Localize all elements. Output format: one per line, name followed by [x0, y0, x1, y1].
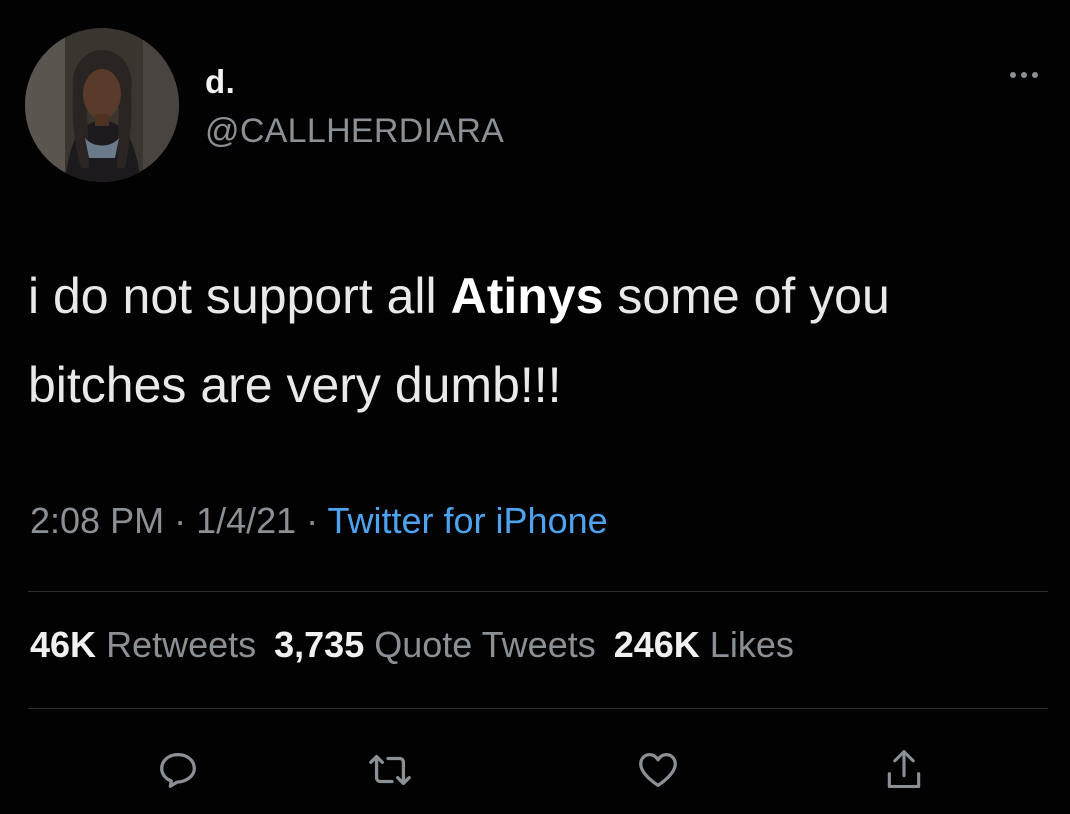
meta-separator: ·	[164, 500, 197, 541]
like-button[interactable]	[630, 742, 686, 798]
more-dot	[1010, 72, 1016, 78]
quote-tweets-count: 3,735	[274, 624, 365, 665]
quote-tweets-label: Quote Tweets	[374, 624, 596, 665]
divider	[28, 591, 1048, 592]
more-dot	[1032, 72, 1038, 78]
heart-icon	[639, 753, 677, 787]
tweet-meta: 2:08 PM · 1/4/21 · Twitter for iPhone	[30, 500, 608, 542]
tweet-text: i do not support all Atinys some of you bi…	[28, 252, 1038, 430]
tweet-card: d. @CALLHERDIARA i do not support all Ati…	[0, 0, 1070, 814]
quote-tweets-stat[interactable]: 3,735 Quote Tweets	[274, 624, 596, 665]
retweet-icon	[369, 754, 411, 786]
share-button[interactable]	[876, 742, 932, 798]
tweet-emphasis-word: Atinys	[450, 268, 604, 324]
likes-count: 246K	[613, 624, 700, 665]
more-icon[interactable]	[1000, 60, 1048, 90]
display-name[interactable]: d.	[205, 63, 235, 101]
tweet-text-part: i do not support all	[28, 268, 437, 324]
meta-separator: ·	[296, 500, 328, 541]
likes-stat[interactable]: 246K Likes	[614, 624, 794, 665]
retweets-count: 46K	[30, 624, 97, 665]
reply-icon	[160, 753, 196, 788]
retweet-button[interactable]	[362, 742, 418, 798]
likes-label: Likes	[709, 624, 794, 665]
divider	[28, 708, 1048, 709]
tweet-date[interactable]: 1/4/21	[196, 500, 296, 541]
retweets-label: Retweets	[106, 624, 257, 665]
action-bar	[0, 742, 1070, 802]
reply-button[interactable]	[150, 742, 206, 798]
tweet-time[interactable]: 2:08 PM	[30, 500, 164, 541]
avatar-image	[25, 28, 179, 182]
avatar[interactable]	[25, 28, 179, 182]
more-dot	[1021, 72, 1027, 78]
tweet-source-link[interactable]: Twitter for iPhone	[328, 500, 608, 541]
tweet-stats: 46K Retweets 3,735 Quote Tweets 246K Likes	[30, 624, 794, 666]
user-handle[interactable]: @CALLHERDIARA	[205, 112, 504, 151]
retweets-stat[interactable]: 46K Retweets	[30, 624, 256, 665]
share-icon	[887, 750, 921, 789]
